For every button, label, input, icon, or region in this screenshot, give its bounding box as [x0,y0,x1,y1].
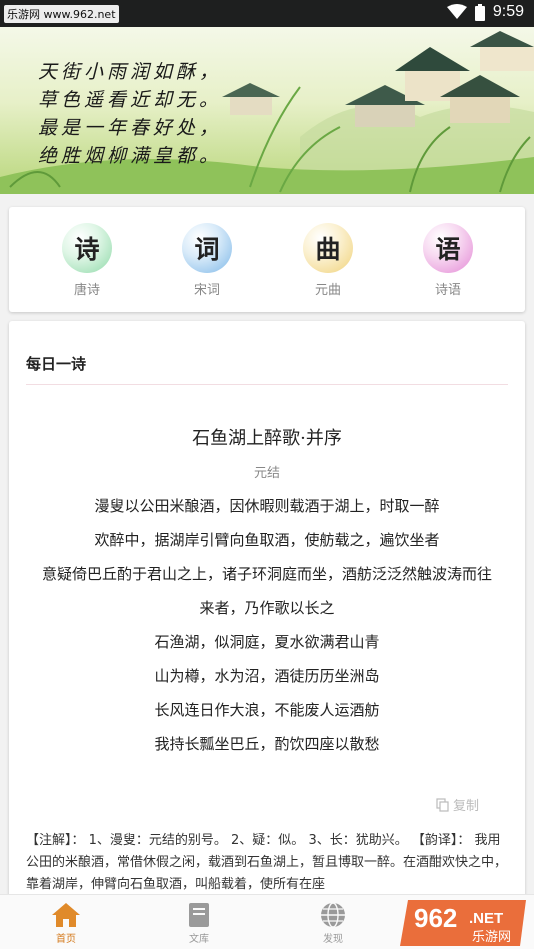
copy-icon [436,797,449,812]
category-poetic-phrases[interactable]: 语 诗语 [418,223,478,298]
poem-icon: 诗 [62,223,112,273]
poem-author: 元结 [253,466,280,481]
nav-label: 首页 [56,934,76,945]
status-bar: 乐游网 www.962.net 9:59 [0,0,534,27]
category-label: 宋词 [193,283,220,298]
nav-discover[interactable]: 发现 [298,901,368,945]
divider [26,384,508,385]
watermark-logo-text: 962 [414,903,457,933]
copy-button[interactable]: 复制 [436,795,479,814]
qu-icon: 曲 [303,223,353,273]
poem-title: 石鱼湖上醉歌·并序 [192,428,342,449]
daily-poem-card: 每日一诗 石鱼湖上醉歌·并序 元结 漫叟以公田米酿酒，因休暇则载酒于湖上，时取一… [9,321,525,901]
globe-icon [321,902,345,928]
banner-line: 最是一年春好处， [38,117,223,139]
wifi-icon [446,4,467,19]
watermark: 乐游网 www.962.net [4,5,119,23]
poem-line: 来者，乃作歌以长之 [199,599,335,617]
poem-line: 石渔湖，似洞庭，夏水欲满君山青 [154,633,380,651]
poem-annotation: 【注解】： 1、漫叟：元结的别号。 2、疑：似。 3、长：犹助兴。 【韵译】： … [26,833,508,892]
section-title: 每日一诗 [26,355,87,373]
category-song-ci[interactable]: 词 宋词 [177,223,237,298]
banner-line: 绝胜烟柳满皇都。 [38,145,223,167]
poem-body: 漫叟以公田米酿酒，因休暇则载酒于湖上，时取一醉 欢醉中，据湖岸引臂向鱼取酒，使舫… [9,489,525,761]
watermark-suffix: .NET [469,910,503,927]
category-card: 诗 唐诗 词 宋词 曲 元曲 语 诗语 [9,207,525,312]
banner-line: 草色遥看近却无。 [38,89,223,111]
home-icon [52,903,80,927]
copy-label: 复制 [453,799,480,814]
ci-icon: 词 [182,223,232,273]
category-label: 元曲 [314,283,341,298]
banner[interactable]: 天街小雨润如酥， 草色遥看近却无。 最是一年春好处， 绝胜烟柳满皇都。 [0,27,534,194]
category-tang-poetry[interactable]: 诗 唐诗 [57,223,117,298]
phrase-icon: 语 [423,223,473,273]
book-icon [189,903,209,927]
category-label: 唐诗 [73,283,100,298]
poem-line: 长风连日作大浪，不能废人运酒舫 [154,701,380,719]
nav-library[interactable]: 文库 [164,901,234,945]
category-yuan-qu[interactable]: 曲 元曲 [298,223,358,298]
watermark-logo: 962 .NET 乐游网 [400,900,526,946]
nav-label: 发现 [323,934,343,945]
nav-home[interactable]: 首页 [31,901,101,945]
poem-line: 漫叟以公田米酿酒，因休暇则载酒于湖上，时取一醉 [94,497,440,515]
clock: 9:59 [492,3,524,20]
watermark-caption: 乐游网 [472,930,511,945]
category-label: 诗语 [434,283,461,298]
poem-line: 我持长瓢坐巴丘，酌饮四座以散愁 [154,735,380,753]
nav-label: 文库 [189,934,209,945]
poem-line: 山为樽，水为沼，酒徒历历坐洲岛 [154,667,380,685]
poem-line: 欢醉中，据湖岸引臂向鱼取酒，使舫载之，遍饮坐者 [94,531,440,549]
banner-line: 天街小雨润如酥， [38,61,223,83]
poem-line: 意疑倚巴丘酌于君山之上，诸子环洞庭而坐，酒舫泛泛然触波涛而往 [41,565,492,583]
site-watermark: 962 .NET 乐游网 [394,897,534,949]
battery-icon [474,3,485,21]
